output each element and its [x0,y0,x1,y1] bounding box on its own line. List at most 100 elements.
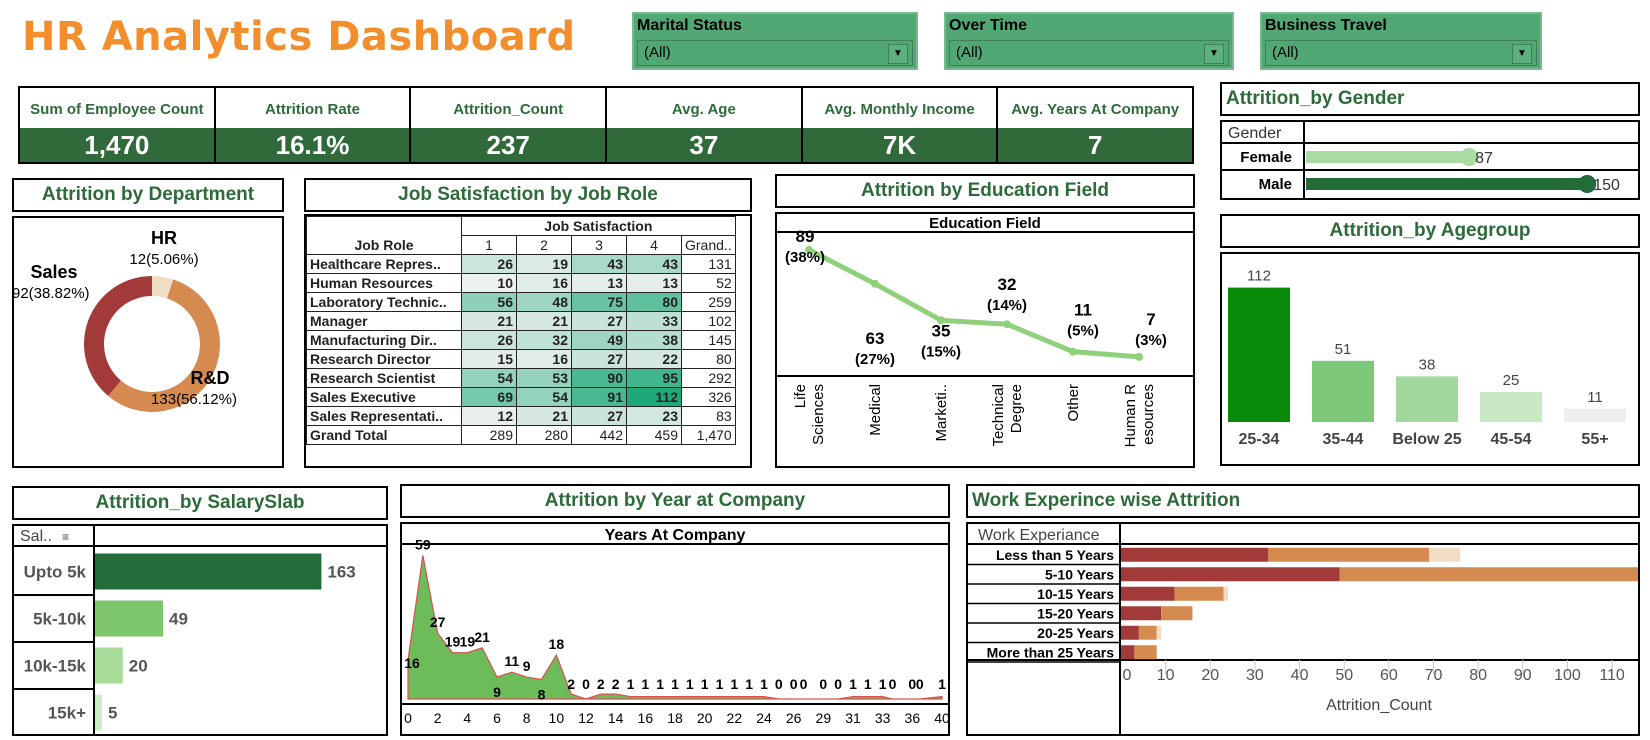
kpi-label: Avg. Age [671,100,736,118]
table-row[interactable]: Human Resources 10 16 13 13 52 [306,273,736,293]
years-value-label: 9 [493,684,501,700]
job-role-cell: Healthcare Repres.. [306,254,462,274]
chevron-down-icon[interactable]: ▼ [888,44,908,64]
work-exp-bar-segment[interactable] [1134,645,1157,660]
table-row[interactable]: Research Director 15 16 27 22 80 [306,349,736,369]
agegroup-bar[interactable] [1564,408,1626,422]
over-time-select[interactable]: (All) ▼ [949,40,1229,66]
education-tick-label: Technical Degree [990,384,1025,447]
heat-cell: 26 [461,254,517,274]
department-slice[interactable] [83,276,152,396]
agegroup-tick-label: 45-54 [1491,431,1532,448]
salary-bar[interactable] [95,600,164,637]
agegroup-bar[interactable] [1396,376,1458,422]
column-header: Grand.. [681,235,736,255]
job-role-cell: Laboratory Technic.. [306,292,462,312]
education-value-label: 7 [1146,310,1155,329]
work-exp-tick-label: 10 [1157,667,1175,684]
work-exp-bar-segment[interactable] [1138,625,1157,640]
education-tick-text: Sciences [810,384,827,445]
education-point[interactable] [1069,347,1077,356]
gender-category-label: Female [1240,149,1292,166]
gender-bar[interactable] [1306,151,1470,163]
years-tick-label: 6 [493,710,501,726]
work-exp-bar-segment[interactable] [1223,586,1229,601]
years-value-label: 0 [889,676,897,692]
work-exp-tick-label: 20 [1201,667,1219,684]
job-role-cell: Sales Representati.. [306,406,462,426]
work-exp-category-label: Less than 5 Years [996,547,1114,563]
work-exp-category-label: 15-20 Years [1037,605,1114,621]
kpi-value: 37 [607,128,801,162]
agegroup-bar[interactable] [1228,287,1290,422]
gender-bar[interactable] [1306,178,1588,190]
years-value-label: 0 [916,676,924,692]
agegroup-value-label: 11 [1587,389,1603,406]
work-exp-bar-segment[interactable] [1121,645,1135,660]
salary-bar[interactable] [95,647,123,684]
years-value-label: 1 [701,676,709,692]
job-satisfaction-panel: Job Satisfaction Job Role 1 2 3 4 Grand.. Healt… [304,214,752,468]
years-value-label: 1 [760,676,768,692]
salary-header: Sal.. [20,528,52,545]
table-row[interactable]: Manufacturing Dir.. 26 32 49 38 145 [306,330,736,350]
years-value-label: 1 [671,676,679,692]
marital-status-filter[interactable]: Marital Status (All) ▼ [632,12,918,70]
over-time-filter[interactable]: Over Time (All) ▼ [944,12,1234,70]
years-tick-label: 24 [756,710,772,726]
grand-total-label: Grand Total [306,425,462,445]
table-row[interactable]: Sales Representati.. 12 21 27 23 83 [306,406,736,426]
years-value-label: 27 [430,614,446,630]
years-value-label: 19 [460,634,476,650]
marital-status-select[interactable]: (All) ▼ [637,40,913,66]
chevron-down-icon[interactable]: ▼ [1512,44,1532,64]
work-exp-bar-segment[interactable] [1339,567,1650,582]
work-exp-bar-segment[interactable] [1121,625,1139,640]
education-value-label: 63 [866,329,885,348]
education-point[interactable] [1135,352,1143,361]
salary-bar[interactable] [95,553,322,590]
work-exp-bar-segment[interactable] [1429,547,1461,562]
agegroup-value-label: 25 [1503,372,1520,389]
agegroup-panel: 112 25-34 51 35-44 38 Below 25 25 45-54 11 55+ [1220,252,1640,466]
sort-icon[interactable]: ≡ [62,530,69,544]
heat-cell: 13 [626,273,682,293]
work-exp-bar-segment[interactable] [1268,547,1430,562]
work-exp-bar-segment[interactable] [1161,606,1193,621]
work-exp-header: Work Experiance [978,527,1100,544]
table-row[interactable]: Laboratory Technic.. 56 48 75 80 259 [306,292,736,312]
work-exp-tick-label: 110 [1599,667,1625,684]
education-point[interactable] [1003,320,1011,329]
table-row[interactable]: Research Scientist 54 53 90 95 292 [306,368,736,388]
salary-bar[interactable] [95,694,102,731]
agegroup-bar[interactable] [1480,392,1542,422]
kpi-label: Sum of Employee Count [30,100,204,118]
business-travel-filter[interactable]: Business Travel (All) ▼ [1260,12,1542,70]
grand-total-cell: 442 [571,425,627,445]
chevron-down-icon[interactable]: ▼ [1204,44,1224,64]
work-exp-bar-segment[interactable] [1121,606,1162,621]
heat-cell: 27 [571,311,627,331]
filter-label: Over Time [949,17,1027,34]
table-row[interactable]: Sales Executive 69 54 91 112 326 [306,387,736,407]
education-point[interactable] [871,279,879,288]
kpi-attrition-rate: Attrition Rate 16.1% [215,88,412,162]
education-pct-label: (38%) [785,249,825,266]
work-exp-bar-segment[interactable] [1174,586,1224,601]
education-tick-label: Marketi.. [933,384,950,442]
table-row[interactable]: Manager 21 21 27 33 102 [306,311,736,331]
years-value-label: 1 [938,676,946,692]
department-slice-value: 133(56.12%) [151,391,237,408]
agegroup-bar-chart: 112 25-34 51 35-44 38 Below 25 25 45-54 11 55+ [1228,268,1626,448]
heat-cell: 27 [571,349,627,369]
work-exp-axis-title: Attrition_Count [1326,697,1432,714]
work-exp-bar-segment[interactable] [1121,567,1340,582]
work-exp-bar-segment[interactable] [1121,586,1175,601]
agegroup-bar[interactable] [1312,360,1374,422]
work-exp-bar-segment[interactable] [1156,625,1162,640]
table-row[interactable]: Healthcare Repres.. 26 19 43 43 131 [306,254,736,274]
heat-cell: 43 [571,254,627,274]
business-travel-select[interactable]: (All) ▼ [1265,40,1537,66]
work-exp-bar-segment[interactable] [1121,547,1269,562]
work-exp-tick-label: 0 [1123,667,1132,684]
